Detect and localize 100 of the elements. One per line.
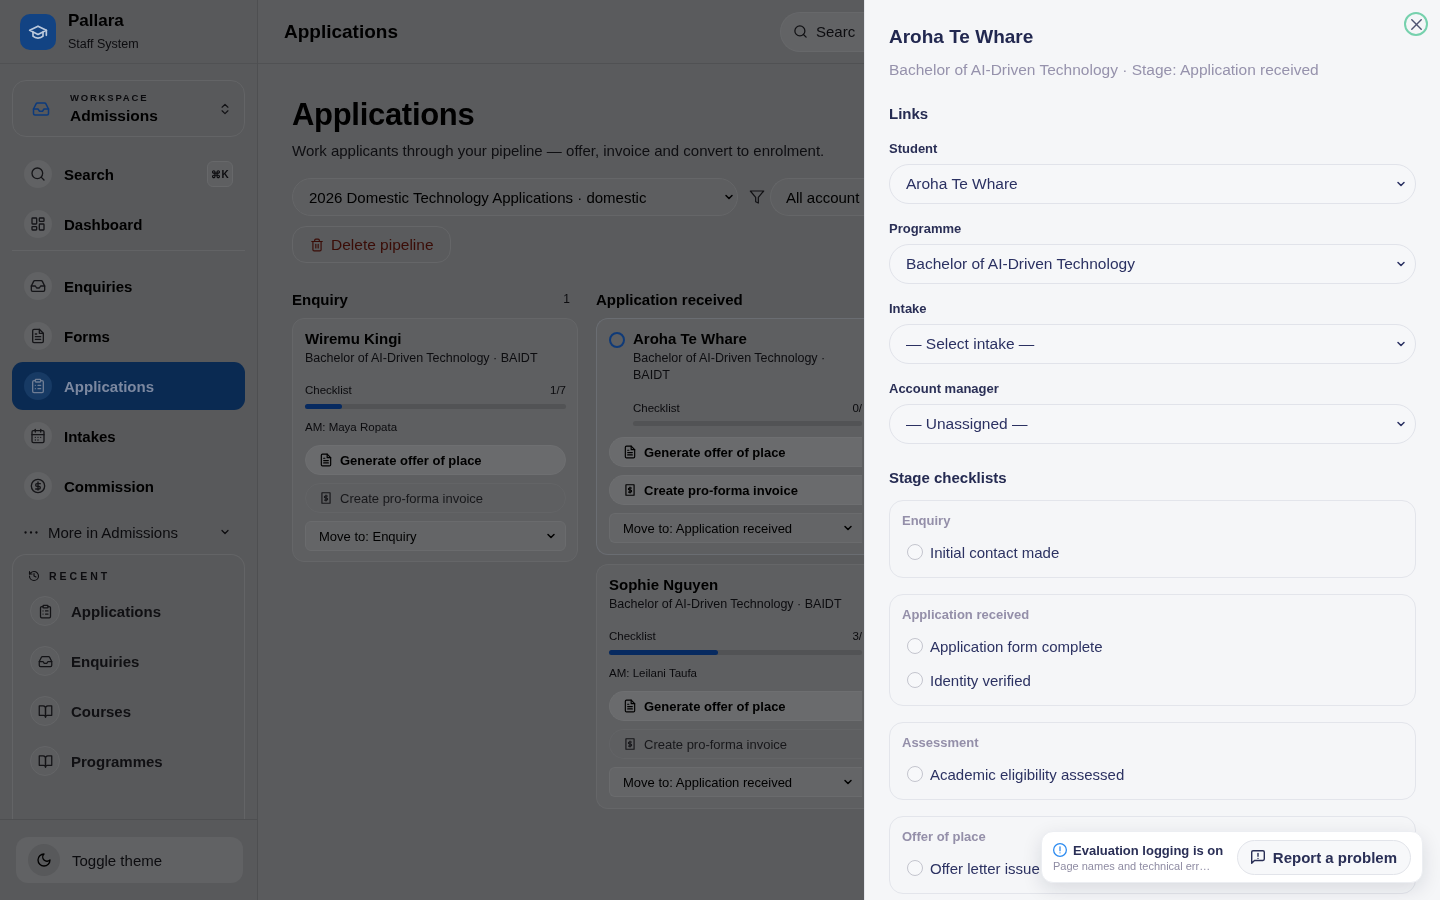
toggle-theme-button[interactable]: Toggle theme [16,837,243,883]
close-button[interactable] [1404,12,1428,36]
grid-icon [24,210,52,238]
search-field[interactable]: Searc [780,11,864,52]
workspace-switcher[interactable]: WORKSPACE Admissions [12,80,245,137]
calendar-icon [24,422,52,450]
checkbox[interactable] [907,638,923,654]
delete-pipeline-button[interactable]: Delete pipeline [292,226,451,263]
checkbox[interactable] [907,672,923,688]
document-icon [623,445,637,459]
clipboard-icon [30,596,60,626]
toast-message: Page names and technical err… [1053,858,1212,873]
checklist-item[interactable]: Academic eligibility assessed [907,763,1125,785]
field-label: Account manager [889,381,1000,397]
move-stage-select[interactable]: Move to: Enquiry [305,521,566,551]
action-button[interactable]: Generate offer of place [609,437,862,467]
recent-item[interactable]: Courses [28,686,232,736]
move-stage-select[interactable]: Move to: Application received [609,767,862,797]
checklist-label: Checklist [609,629,656,644]
column-title: Enquiry [292,290,348,308]
nav-item[interactable]: Search ⌘K [12,150,245,198]
move-stage-select[interactable]: Move to: Application received [609,513,862,543]
checklist-count: 3/ [852,629,862,644]
nav-item[interactable]: Dashboard [12,200,245,248]
shortcut-hint: ⌘K [207,161,233,187]
select-field[interactable]: — Select intake — [889,324,1416,364]
moon-icon [28,844,60,876]
stage-label: Assessment [902,735,980,751]
checklist-count: 0/ [852,401,862,416]
nav-item[interactable]: Enquiries [12,262,245,310]
close-icon [1410,18,1422,30]
account-filter-select[interactable]: All account [770,178,864,216]
dollar-document-icon [623,737,637,751]
dollar-circle-icon [24,472,52,500]
filter-icon[interactable] [749,189,765,205]
stage-label: Application received [902,607,1031,623]
inbox-icon [24,272,52,300]
stage-label: Offer of place [902,829,987,845]
pipeline-select[interactable]: 2026 Domestic Technology Applications · domestic [292,178,738,216]
select-field[interactable]: Bachelor of AI-Driven Technology [889,244,1416,284]
section-heading: Stage checklists [889,468,1008,488]
action-button[interactable]: Generate offer of place [305,445,566,475]
dollar-document-icon [623,483,637,497]
programme-text: Bachelor of AI-Driven Technology · BAIDT [609,596,843,612]
document-icon [623,699,637,713]
info-icon [1053,843,1067,857]
toast-title: Evaluation logging is on [1073,842,1224,858]
recent-item[interactable]: Programmes [28,736,232,786]
trash-icon [310,237,324,252]
nav-item[interactable]: Applications [12,362,245,410]
book-icon [30,696,60,726]
checklist-count: 1/7 [550,383,566,398]
recent-item[interactable]: Applications [28,586,232,636]
account-manager-text: AM: Leilani Taufa [609,666,698,680]
more-menu-toggle[interactable]: More in Admissions [12,514,245,550]
checklist-item[interactable]: Offer letter issue [907,857,1040,879]
inbox-icon [32,99,50,118]
report-problem-button[interactable]: Report a problem [1236,839,1411,875]
applicant-name: Sophie Nguyen [609,576,720,594]
programme-text: Bachelor of AI-Driven Technology · BAIDT [633,350,827,384]
drawer-subtitle: Bachelor of AI-Driven Technology · Stage: Application received [889,60,1320,80]
checklist-item[interactable]: Application form complete [907,635,1103,657]
document-icon [24,322,52,350]
page-description: Work applicants through your pipeline — offer, invoice and convert to enrolment. [292,141,826,161]
checklist-item[interactable]: Initial contact made [907,541,1060,563]
page-title: Applications [284,20,398,43]
column-count: 1 [563,292,570,306]
dollar-document-icon [319,491,333,505]
clipboard-icon [24,372,52,400]
select-field[interactable]: Aroha Te Whare [889,164,1416,204]
section-heading: Links [889,104,930,124]
book-icon [30,746,60,776]
chat-bubble-icon [1250,850,1265,864]
select-field[interactable]: — Unassigned — [889,404,1416,444]
action-button[interactable]: Generate offer of place [609,691,862,721]
action-button[interactable]: Create pro-forma invoice [609,475,862,505]
ellipsis-icon [24,529,38,535]
field-label: Intake [889,301,928,317]
field-label: Student [889,141,939,157]
brand-name: Pallara [68,11,125,31]
drawer-title: Aroha Te Whare [889,25,1035,49]
checkbox[interactable] [907,860,923,876]
recent-item[interactable]: Enquiries [28,636,232,686]
checklist-item[interactable]: Identity verified [907,669,1031,691]
account-manager-text: AM: Maya Ropata [305,420,399,434]
search-icon [24,160,52,188]
checkbox[interactable] [907,766,923,782]
field-label: Programme [889,221,963,237]
graduation-cap-icon [20,13,56,50]
nav-item[interactable]: Intakes [12,412,245,460]
applicant-name: Wiremu Kingi [305,330,403,348]
checkbox[interactable] [907,544,923,560]
document-icon [319,453,333,467]
nav-item[interactable]: Forms [12,312,245,360]
nav-item[interactable]: Commission [12,462,245,510]
application-card[interactable]: Aroha Te Whare Bachelor of AI-Driven Technology · BAIDT Checklist 0/ Generate offer of place Create pro-forma invoice Move to: Application received [596,318,864,555]
checklist-label: Checklist [633,401,680,416]
stage-label: Enquiry [902,513,952,529]
selection-ring-icon [609,332,625,348]
page-heading: Applications [292,96,476,134]
